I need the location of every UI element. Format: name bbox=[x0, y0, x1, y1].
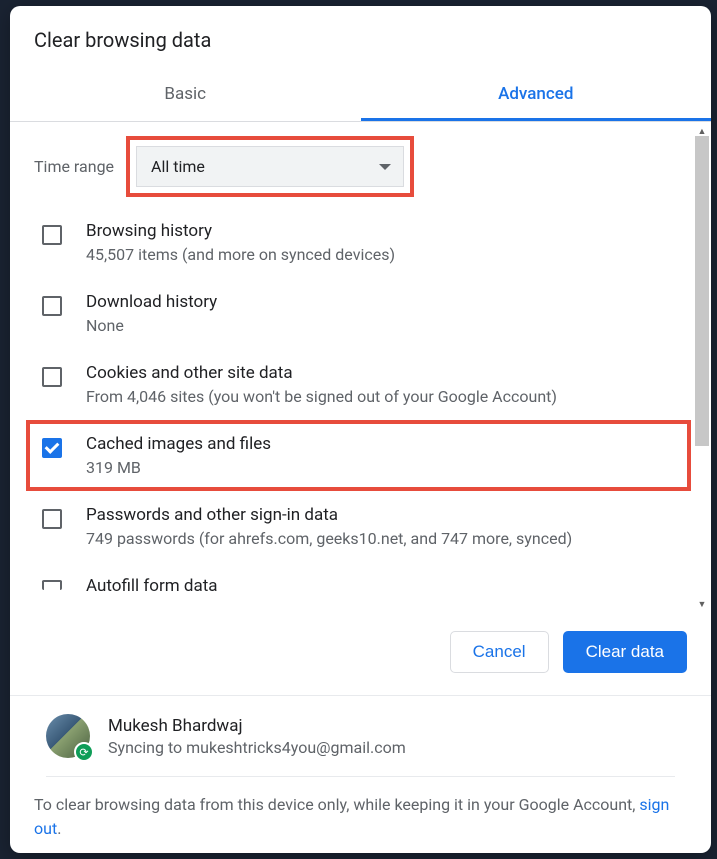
tab-advanced[interactable]: Advanced bbox=[361, 70, 712, 121]
cancel-button[interactable]: Cancel bbox=[450, 631, 549, 673]
item-browsing-history: Browsing history 45,507 items (and more … bbox=[34, 207, 691, 278]
footer-note: To clear browsing data from this device … bbox=[34, 777, 687, 841]
time-range-label: Time range bbox=[34, 157, 114, 176]
time-range-value: All time bbox=[151, 157, 205, 176]
checkbox-cached[interactable] bbox=[42, 438, 62, 458]
item-title: Passwords and other sign-in data bbox=[86, 505, 572, 525]
item-title: Autofill form data bbox=[86, 576, 218, 596]
item-download-history: Download history None bbox=[34, 278, 691, 349]
scrollbar-thumb[interactable] bbox=[695, 136, 709, 446]
item-title: Cookies and other site data bbox=[86, 363, 557, 383]
account-name: Mukesh Bhardwaj bbox=[108, 716, 406, 736]
scroll-area: Time range All time Browsing history 45,… bbox=[10, 122, 711, 609]
time-range-highlight: All time bbox=[130, 140, 410, 193]
checkbox-download-history[interactable] bbox=[42, 296, 62, 316]
item-desc: From 4,046 sites (you won't be signed ou… bbox=[86, 387, 557, 406]
chevron-down-icon bbox=[379, 164, 391, 170]
account-sync-status: Syncing to mukeshtricks4you@gmail.com bbox=[108, 738, 406, 757]
tab-basic[interactable]: Basic bbox=[10, 70, 361, 121]
checkbox-browsing-history[interactable] bbox=[42, 225, 62, 245]
clear-data-button[interactable]: Clear data bbox=[563, 631, 687, 673]
item-autofill: Autofill form data bbox=[34, 562, 691, 596]
account-section: ⟳ Mukesh Bhardwaj Syncing to mukeshtrick… bbox=[10, 696, 711, 853]
item-passwords: Passwords and other sign-in data 749 pas… bbox=[34, 491, 691, 562]
tabs: Basic Advanced bbox=[10, 70, 711, 122]
item-desc: 319 MB bbox=[86, 458, 271, 477]
checkbox-cookies[interactable] bbox=[42, 367, 62, 387]
dialog-buttons: Cancel Clear data bbox=[10, 609, 711, 696]
cached-highlight: Cached images and files 319 MB bbox=[26, 420, 691, 491]
scroll-down-icon[interactable]: ▼ bbox=[695, 597, 709, 609]
item-title: Cached images and files bbox=[86, 434, 271, 454]
checkbox-autofill[interactable] bbox=[42, 580, 62, 590]
account-row: ⟳ Mukesh Bhardwaj Syncing to mukeshtrick… bbox=[46, 714, 675, 777]
dialog-title: Clear browsing data bbox=[10, 6, 711, 70]
item-title: Download history bbox=[86, 292, 217, 312]
item-title: Browsing history bbox=[86, 221, 395, 241]
clear-browsing-data-dialog: Clear browsing data Basic Advanced Time … bbox=[10, 6, 711, 853]
sync-icon: ⟳ bbox=[74, 742, 94, 762]
scrollbar[interactable]: ▲ ▼ bbox=[695, 128, 709, 609]
avatar: ⟳ bbox=[46, 714, 90, 758]
item-desc: 45,507 items (and more on synced devices… bbox=[86, 245, 395, 264]
time-range-dropdown[interactable]: All time bbox=[136, 146, 404, 187]
item-cached: Cached images and files 319 MB bbox=[34, 424, 687, 487]
item-cookies: Cookies and other site data From 4,046 s… bbox=[34, 349, 691, 420]
checkbox-passwords[interactable] bbox=[42, 509, 62, 529]
footer-note-text: To clear browsing data from this device … bbox=[34, 795, 639, 814]
content-area: Time range All time Browsing history 45,… bbox=[10, 122, 711, 609]
item-desc: None bbox=[86, 316, 217, 335]
item-desc: 749 passwords (for ahrefs.com, geeks10.n… bbox=[86, 529, 572, 548]
time-range-row: Time range All time bbox=[34, 122, 691, 207]
